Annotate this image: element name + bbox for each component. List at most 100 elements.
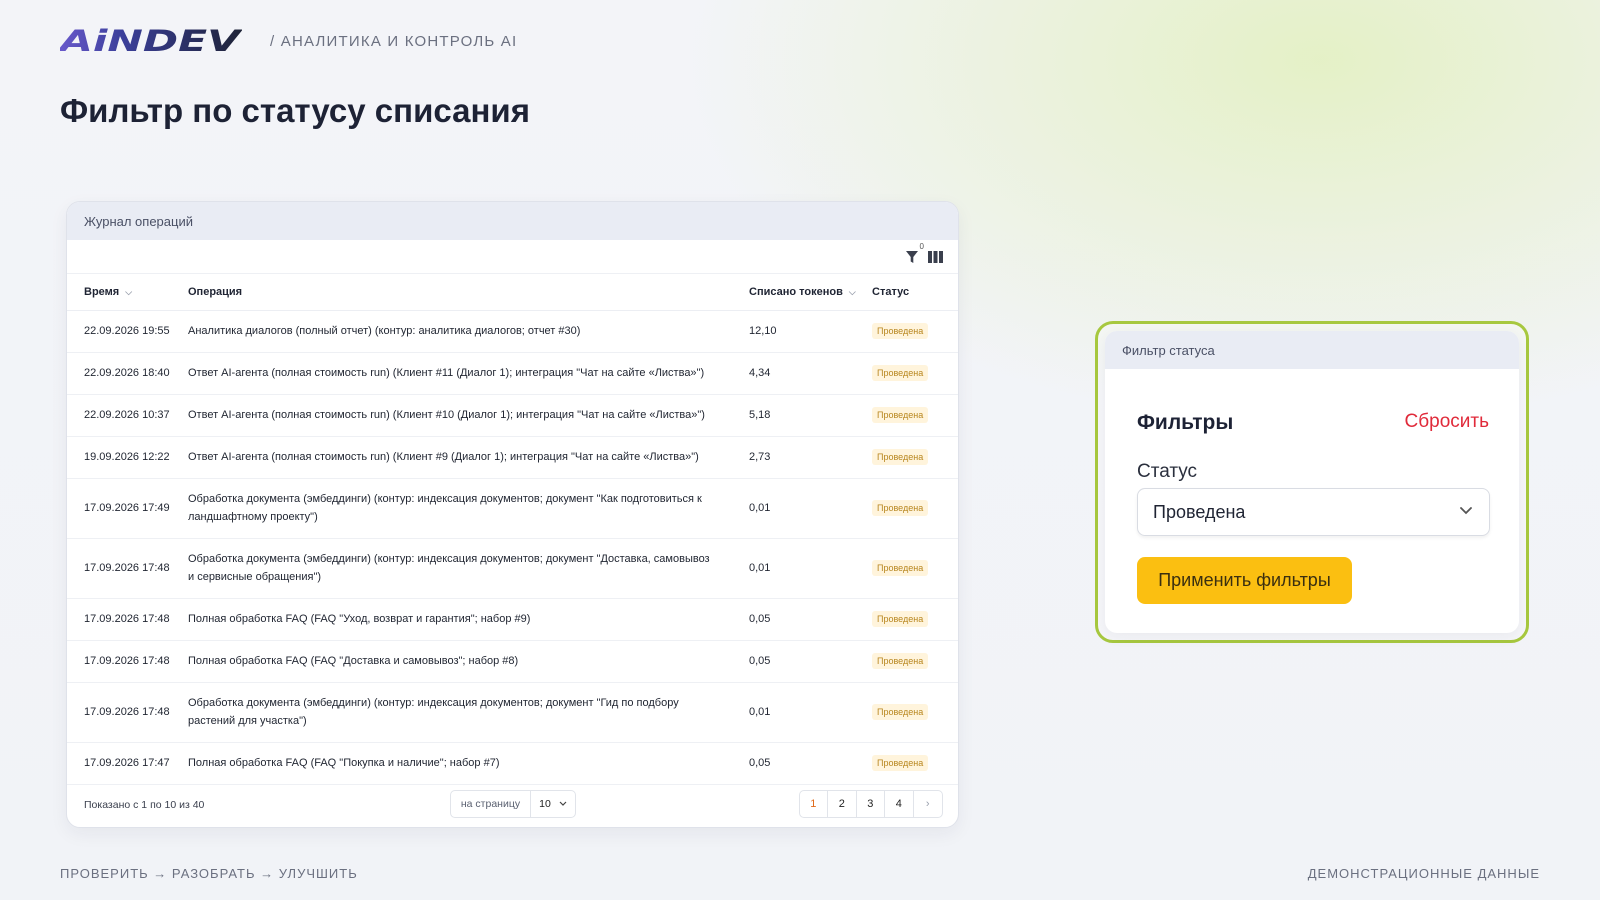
cell-status: Проведена bbox=[855, 538, 958, 599]
cell-tokens: 0,05 bbox=[732, 640, 855, 683]
cell-tokens: 2,73 bbox=[732, 436, 855, 479]
filters-heading: Фильтры bbox=[1137, 411, 1234, 434]
per-page-selector[interactable]: на страницу 10 bbox=[450, 790, 576, 818]
chevron-down-icon bbox=[559, 801, 567, 806]
cell-tokens: 12,10 bbox=[732, 310, 855, 353]
next-page-button[interactable]: › bbox=[914, 791, 943, 817]
cell-time: 22.09.2026 18:40 bbox=[67, 352, 171, 395]
table-row[interactable]: 22.09.2026 10:37 Ответ AI-агента (полная… bbox=[67, 394, 958, 437]
apply-filters-button[interactable]: Применить фильтры bbox=[1137, 557, 1352, 604]
filter-count-badge: 0 bbox=[919, 242, 924, 251]
status-select[interactable]: Проведена bbox=[1137, 488, 1490, 536]
table-header-row: Время ⌵ Операция Списано токенов ⌵ Статус bbox=[67, 274, 958, 311]
cell-status: Проведена bbox=[855, 352, 958, 395]
cell-status: Проведена bbox=[855, 394, 958, 437]
pagination: 1 2 3 4 › bbox=[798, 790, 943, 818]
cell-time: 17.09.2026 17:48 bbox=[67, 682, 171, 743]
cell-status: Проведена bbox=[855, 478, 958, 539]
cell-operation: Аналитика диалогов (полный отчет) (конту… bbox=[171, 310, 732, 353]
cell-tokens: 0,01 bbox=[732, 538, 855, 599]
status-badge: Проведена bbox=[872, 449, 929, 465]
footer-tagline: ПРОВЕРИТЬ → РАЗОБРАТЬ → УЛУЧШИТЬ bbox=[60, 866, 358, 881]
table-row[interactable]: 22.09.2026 19:55 Аналитика диалогов (пол… bbox=[67, 310, 958, 353]
demo-data-note: ДЕМОНСТРАЦИОННЫЕ ДАННЫЕ bbox=[1307, 866, 1540, 881]
per-page-value-dropdown[interactable]: 10 bbox=[531, 791, 575, 817]
header-subtitle: / АНАЛИТИКА И КОНТРОЛЬ AI bbox=[270, 32, 518, 50]
cell-time: 17.09.2026 17:47 bbox=[67, 742, 171, 785]
cell-operation: Ответ AI-агента (полная стоимость run) (… bbox=[171, 436, 732, 479]
cell-time: 17.09.2026 17:48 bbox=[67, 538, 171, 599]
column-header-status: Статус bbox=[855, 274, 958, 311]
cell-tokens: 4,34 bbox=[732, 352, 855, 395]
cell-tokens: 5,18 bbox=[732, 394, 855, 437]
status-field-label: Статус bbox=[1137, 461, 1198, 482]
page-button-1[interactable]: 1 bbox=[800, 791, 828, 817]
status-badge: Проведена bbox=[872, 560, 929, 576]
pagination-summary: Показано с 1 по 10 из 40 bbox=[84, 799, 205, 811]
cell-time: 22.09.2026 19:55 bbox=[67, 310, 171, 353]
cell-operation: Обработка документа (эмбеддинги) (контур… bbox=[171, 538, 732, 599]
status-badge: Проведена bbox=[872, 365, 929, 381]
cell-operation: Полная обработка FAQ (FAQ "Покупка и нал… bbox=[171, 742, 732, 785]
status-badge: Проведена bbox=[872, 611, 929, 627]
journal-card-title: Журнал операций bbox=[67, 202, 958, 240]
table-row[interactable]: 17.09.2026 17:48 Полная обработка FAQ (F… bbox=[67, 598, 958, 641]
table-row[interactable]: 17.09.2026 17:48 Обработка документа (эм… bbox=[67, 538, 958, 599]
columns-icon[interactable] bbox=[928, 251, 943, 263]
page-title: Фильтр по статусу списания bbox=[60, 92, 530, 129]
table-row[interactable]: 17.09.2026 17:49 Обработка документа (эм… bbox=[67, 478, 958, 539]
column-header-tokens[interactable]: Списано токенов ⌵ bbox=[732, 274, 856, 311]
cell-tokens: 0,05 bbox=[732, 742, 855, 785]
table-row[interactable]: 22.09.2026 18:40 Ответ AI-агента (полная… bbox=[67, 352, 958, 395]
filter-icon[interactable] bbox=[905, 250, 919, 264]
status-filter-card: Фильтр статуса Фильтры Сбросить Статус П… bbox=[1105, 331, 1519, 633]
cell-status: Проведена bbox=[855, 682, 958, 743]
cell-operation: Ответ AI-агента (полная стоимость run) (… bbox=[171, 352, 732, 395]
column-header-tokens-label: Списано токенов bbox=[749, 285, 843, 298]
filter-card-title: Фильтр статуса bbox=[1105, 331, 1519, 369]
status-badge: Проведена bbox=[872, 755, 929, 771]
header: AiNDEV / АНАЛИТИКА И КОНТРОЛЬ AI bbox=[60, 26, 517, 56]
cell-status: Проведена bbox=[855, 310, 958, 353]
status-badge: Проведена bbox=[872, 704, 929, 720]
table-footer: Показано с 1 по 10 из 40 на страницу 10 … bbox=[67, 783, 958, 827]
reset-filters-link[interactable]: Сбросить bbox=[1405, 411, 1489, 433]
status-badge: Проведена bbox=[872, 500, 929, 516]
cell-tokens: 0,05 bbox=[732, 598, 855, 641]
cell-operation: Полная обработка FAQ (FAQ "Уход, возврат… bbox=[171, 598, 732, 641]
column-header-operation: Операция bbox=[171, 274, 732, 311]
status-badge: Проведена bbox=[872, 323, 929, 339]
cell-status: Проведена bbox=[855, 640, 958, 683]
per-page-label: на страницу bbox=[451, 791, 531, 817]
cell-operation: Обработка документа (эмбеддинги) (контур… bbox=[171, 478, 732, 539]
cell-time: 17.09.2026 17:48 bbox=[67, 640, 171, 683]
page-button-2[interactable]: 2 bbox=[828, 791, 857, 817]
status-filter-highlight-frame: Фильтр статуса Фильтры Сбросить Статус П… bbox=[1095, 321, 1529, 643]
operations-journal-card: Журнал операций 0 Время ⌵ Операция Списан… bbox=[66, 201, 959, 828]
chevron-down-icon bbox=[1460, 507, 1472, 515]
status-badge: Проведена bbox=[872, 653, 929, 669]
cell-status: Проведена bbox=[855, 436, 958, 479]
cell-operation: Обработка документа (эмбеддинги) (контур… bbox=[171, 682, 732, 743]
column-header-time[interactable]: Время ⌵ bbox=[67, 274, 171, 311]
sort-chevron-icon: ⌵ bbox=[125, 286, 133, 297]
cell-time: 17.09.2026 17:49 bbox=[67, 478, 171, 539]
cell-tokens: 0,01 bbox=[732, 478, 855, 539]
cell-status: Проведена bbox=[855, 742, 958, 785]
cell-time: 19.09.2026 12:22 bbox=[67, 436, 171, 479]
journal-toolbar: 0 bbox=[67, 240, 958, 274]
status-select-value: Проведена bbox=[1153, 501, 1246, 522]
page-button-3[interactable]: 3 bbox=[857, 791, 885, 817]
cell-time: 17.09.2026 17:48 bbox=[67, 598, 171, 641]
status-badge: Проведена bbox=[872, 407, 929, 423]
column-header-time-label: Время bbox=[84, 285, 120, 298]
table-row[interactable]: 17.09.2026 17:47 Полная обработка FAQ (F… bbox=[67, 742, 958, 785]
table-row[interactable]: 17.09.2026 17:48 Обработка документа (эм… bbox=[67, 682, 958, 743]
table-row[interactable]: 17.09.2026 17:48 Полная обработка FAQ (F… bbox=[67, 640, 958, 683]
cell-operation: Ответ AI-агента (полная стоимость run) (… bbox=[171, 394, 732, 437]
table-row[interactable]: 19.09.2026 12:22 Ответ AI-агента (полная… bbox=[67, 436, 958, 479]
cell-tokens: 0,01 bbox=[732, 682, 855, 743]
logo-text: AiNDEV bbox=[60, 26, 242, 56]
cell-time: 22.09.2026 10:37 bbox=[67, 394, 171, 437]
page-button-4[interactable]: 4 bbox=[885, 791, 914, 817]
